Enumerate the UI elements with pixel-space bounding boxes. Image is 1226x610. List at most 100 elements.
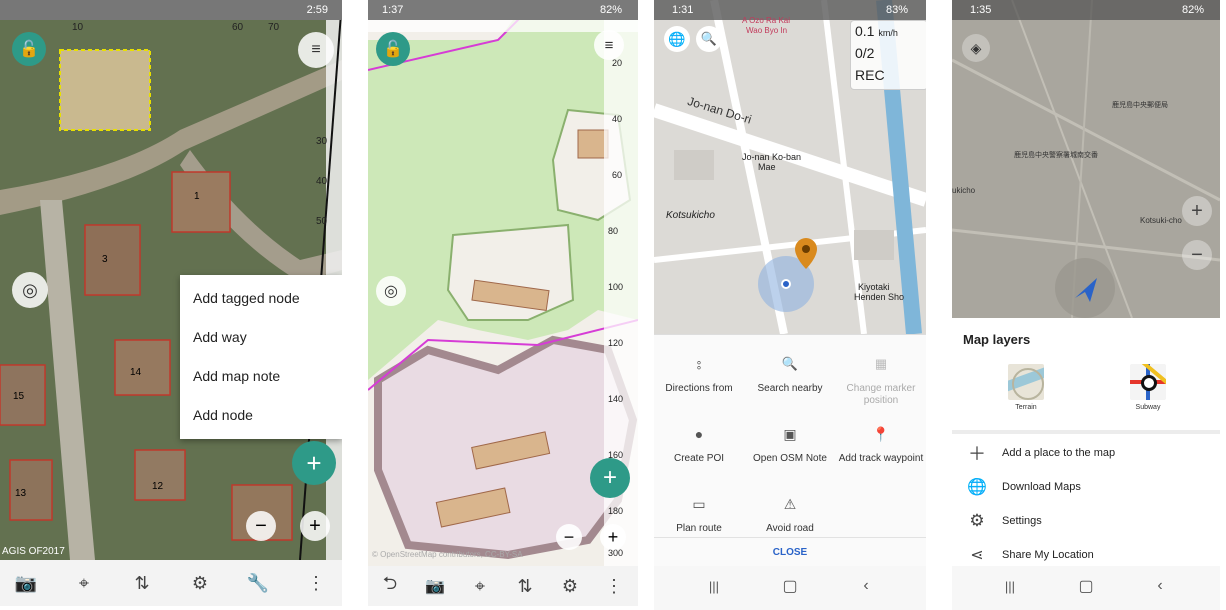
context-actions-panel: ⦂ Directions from 🔍 Search nearby ▦ Chan… — [654, 334, 926, 567]
panel-title: Map layers — [963, 332, 1031, 347]
plus-icon: + — [607, 526, 619, 547]
camera-button[interactable]: 📷 — [6, 560, 46, 606]
ruler-right-label: 120 — [608, 338, 624, 348]
plus-icon: ＋ — [968, 444, 986, 464]
menu-add-node[interactable]: Add node — [180, 396, 342, 435]
layers-button[interactable]: ◈ — [962, 34, 990, 62]
minus-icon: − — [255, 514, 267, 537]
layers-icon: ◈ — [970, 39, 982, 56]
transfer-button[interactable]: ⇅ — [122, 560, 162, 606]
gps-button[interactable]: ⌖ — [64, 560, 104, 606]
layers-menu-button[interactable]: ≡ — [298, 32, 334, 68]
ruler-top-label: 10 — [72, 22, 84, 33]
layer-terrain[interactable]: Terrain — [1004, 364, 1048, 411]
menu-add-map-note[interactable]: Add map note — [180, 357, 342, 396]
action-avoid-road[interactable]: ⚠ Avoid road — [745, 491, 835, 535]
search-icon: 🔍 — [781, 356, 799, 371]
gps-icon: ⌖ — [474, 575, 486, 596]
recents-button[interactable]: ||| — [990, 566, 1030, 606]
status-bar: 2:59 — [0, 0, 342, 20]
speed-widget[interactable]: 0.1 km/h — [855, 23, 898, 39]
ruler-right-label: 20 — [612, 58, 623, 68]
poi-label: Mae — [758, 162, 776, 172]
recents-icon: ||| — [1004, 578, 1016, 594]
download-maps-row[interactable]: 🌐 Download Maps — [952, 470, 1220, 504]
recents-button[interactable]: ||| — [694, 566, 734, 606]
search-button[interactable]: 🔍 — [696, 26, 722, 52]
poi-label: Henden Sho — [854, 292, 905, 302]
back-icon: ‹ — [1157, 577, 1163, 594]
home-button[interactable]: ▢ — [1066, 566, 1106, 606]
back-button[interactable]: ‹ — [1140, 566, 1180, 606]
action-change-marker-position[interactable]: ▦ Change marker position — [836, 351, 926, 407]
unlock-button[interactable]: 🔓 — [12, 32, 46, 66]
rec-widget[interactable]: REC — [855, 67, 885, 83]
close-button[interactable]: CLOSE — [654, 537, 926, 568]
overflow-button[interactable]: ⋮ — [296, 560, 336, 606]
action-open-osm-note[interactable]: ▣ Open OSM Note — [745, 421, 835, 465]
warning-icon: ⚠ — [783, 496, 797, 512]
zoom-in-button[interactable]: + — [600, 524, 626, 550]
terrain-thumbnail — [1008, 364, 1044, 400]
ruler-right-label: 40 — [316, 176, 328, 187]
action-plan-route[interactable]: ▭ Plan route — [654, 491, 744, 535]
action-add-track-waypoint[interactable]: 📍 Add track waypoint — [836, 421, 926, 465]
settings-row[interactable]: ⚙ Settings — [952, 504, 1220, 538]
ruler-right-label: 180 — [608, 506, 624, 516]
map-style-button[interactable]: 🌐 — [664, 26, 690, 52]
poi-label: 鹿児島中央警察署城南交番 — [1014, 152, 1098, 159]
home-button[interactable]: ▢ — [770, 566, 810, 606]
zoom-out-button[interactable]: − — [246, 511, 276, 541]
context-menu: Add tagged node Add way Add map note Add… — [180, 275, 342, 439]
transfer-icon: ⇅ — [517, 575, 533, 596]
add-fab[interactable]: + — [590, 458, 630, 498]
transfer-button[interactable]: ⇅ — [505, 566, 545, 606]
undo-icon: ⮌ — [382, 573, 398, 593]
undo-button[interactable]: ⮌ — [370, 566, 410, 606]
unlock-icon: 🔓 — [383, 41, 403, 58]
action-directions-from[interactable]: ⦂ Directions from — [654, 351, 744, 395]
plus-icon: + — [309, 514, 321, 537]
gps-icon: ◎ — [384, 283, 398, 300]
ruler-right-label: 140 — [608, 394, 624, 404]
zoom-out-button[interactable]: − — [556, 524, 582, 550]
area-label: Kotsuki-cho — [1140, 216, 1182, 225]
status-battery: 83% — [885, 4, 908, 16]
menu-add-way[interactable]: Add way — [180, 318, 342, 357]
camera-button[interactable]: 📷 — [415, 566, 455, 606]
action-search-nearby[interactable]: 🔍 Search nearby — [745, 351, 835, 395]
gps-follow-button[interactable]: ◎ — [12, 272, 48, 308]
house-number: 15 — [13, 391, 25, 402]
menu-add-tagged-node[interactable]: Add tagged node — [180, 279, 342, 318]
gps-button[interactable]: ⌖ — [460, 566, 500, 606]
speed-value: 0.1 — [855, 23, 875, 39]
gps-follow-button[interactable]: ◎ — [376, 276, 406, 306]
house-number: 13 — [15, 488, 27, 499]
satellites-widget[interactable]: 0/2 — [855, 45, 874, 61]
layer-subway[interactable]: Subway — [1126, 364, 1170, 411]
subway-thumbnail — [1130, 364, 1166, 400]
add-fab[interactable]: + — [292, 441, 336, 485]
back-button[interactable]: ‹ — [846, 566, 886, 606]
add-place-row[interactable]: ＋ Add a place to the map — [952, 436, 1220, 470]
zoom-out-button[interactable]: − — [1182, 240, 1212, 270]
preferences-button[interactable]: ⚙ — [550, 566, 590, 606]
status-time: 1:31 — [672, 4, 694, 16]
zoom-in-button[interactable]: + — [1182, 196, 1212, 226]
android-nav-bar: ||| ▢ ‹ — [952, 566, 1220, 610]
share-icon: ⋖ — [970, 547, 984, 564]
layers-menu-button[interactable]: ≡ — [594, 30, 624, 60]
plus-icon: + — [602, 464, 617, 491]
camera-icon: 📷 — [425, 578, 445, 595]
overflow-button[interactable]: ⋮ — [594, 566, 634, 606]
recents-icon: ||| — [708, 578, 720, 594]
home-icon: ▢ — [782, 578, 798, 595]
preferences-button[interactable]: ⚙ — [180, 560, 220, 606]
status-time: 2:59 — [306, 4, 328, 16]
action-create-poi[interactable]: ● Create POI — [654, 421, 744, 465]
tools-button[interactable]: 🔧 — [238, 560, 278, 606]
poi-label: Wao Byo In — [746, 26, 788, 35]
status-bar: 1:37 82% — [368, 0, 638, 20]
zoom-in-button[interactable]: + — [300, 511, 330, 541]
unlock-button[interactable]: 🔓 — [376, 32, 410, 66]
